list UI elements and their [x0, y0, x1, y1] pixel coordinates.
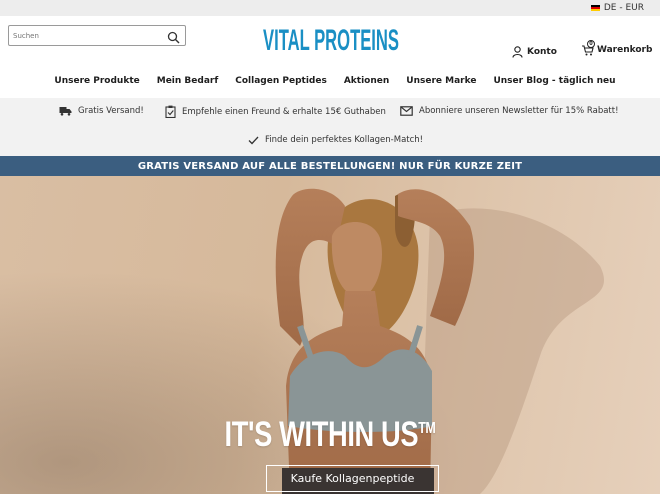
nav-item-products[interactable]: Unsere Produkte [54, 76, 139, 98]
search-input[interactable] [9, 26, 159, 45]
hero-banner: IT'S WITHIN USTM [0, 176, 660, 494]
benefit-match[interactable]: Finde dein perfektes Kollagen-Match! [248, 135, 423, 145]
main-nav: Unsere Produkte Mein Bedarf Collagen Pep… [0, 76, 660, 98]
brand-logo[interactable]: VITAL PROTEINS [261, 21, 401, 57]
search-box[interactable] [8, 25, 186, 46]
benefit-shipping[interactable]: Gratis Versand! [59, 106, 144, 116]
benefit-referral-label: Empfehle einen Freund & erhalte 15€ Guth… [182, 106, 386, 117]
nav-item-needs[interactable]: Mein Bedarf [157, 76, 219, 98]
hero-title-text: IT'S WITHIN US [224, 415, 419, 454]
logo-text: VITAL PROTEINS [263, 24, 399, 55]
nav-item-blog[interactable]: Unser Blog - täglich neu [493, 76, 615, 98]
clipboard-check-icon [165, 105, 176, 118]
locale-selector[interactable]: DE - EUR [604, 3, 644, 13]
benefit-newsletter[interactable]: Abonniere unseren Newsletter für 15% Rab… [400, 106, 619, 116]
cart-count-badge: 0 [587, 40, 595, 48]
benefit-shipping-label: Gratis Versand! [78, 106, 144, 116]
truck-icon [59, 107, 72, 116]
search-icon[interactable] [167, 29, 180, 48]
top-bar: DE - EUR [0, 0, 660, 16]
hero-title: IT'S WITHIN USTM [73, 415, 588, 455]
header: VITAL PROTEINS Konto 0 Warenkorb [0, 16, 660, 78]
checkmark-icon [248, 136, 259, 144]
account-label: Konto [527, 47, 557, 57]
nav-item-brand[interactable]: Unsere Marke [406, 76, 476, 98]
benefit-referral[interactable]: Empfehle einen Freund & erhalte 15€ Guth… [165, 105, 386, 118]
cart-label: Warenkorb [597, 45, 653, 55]
cart-link[interactable]: 0 Warenkorb [581, 40, 653, 56]
nav-item-collagen-peptides[interactable]: Collagen Peptides [235, 76, 327, 98]
user-icon [512, 46, 523, 58]
promo-banner[interactable]: GRATIS VERSAND AUF ALLE BESTELLUNGEN! NU… [0, 156, 660, 176]
benefits-bar: Gratis Versand! Empfehle einen Freund & … [0, 98, 660, 156]
account-link[interactable]: Konto [512, 46, 557, 58]
shop-collagen-peptides-button[interactable]: Kaufe Kollagenpeptide [266, 465, 439, 492]
germany-flag-icon[interactable] [590, 4, 600, 12]
trademark-symbol: TM [418, 420, 436, 437]
benefit-newsletter-label: Abonniere unseren Newsletter für 15% Rab… [419, 106, 619, 116]
envelope-icon [400, 106, 413, 116]
nav-item-promotions[interactable]: Aktionen [344, 76, 389, 98]
benefit-match-label: Finde dein perfektes Kollagen-Match! [265, 135, 424, 145]
promo-text: GRATIS VERSAND AUF ALLE BESTELLUNGEN! NU… [137, 160, 523, 172]
